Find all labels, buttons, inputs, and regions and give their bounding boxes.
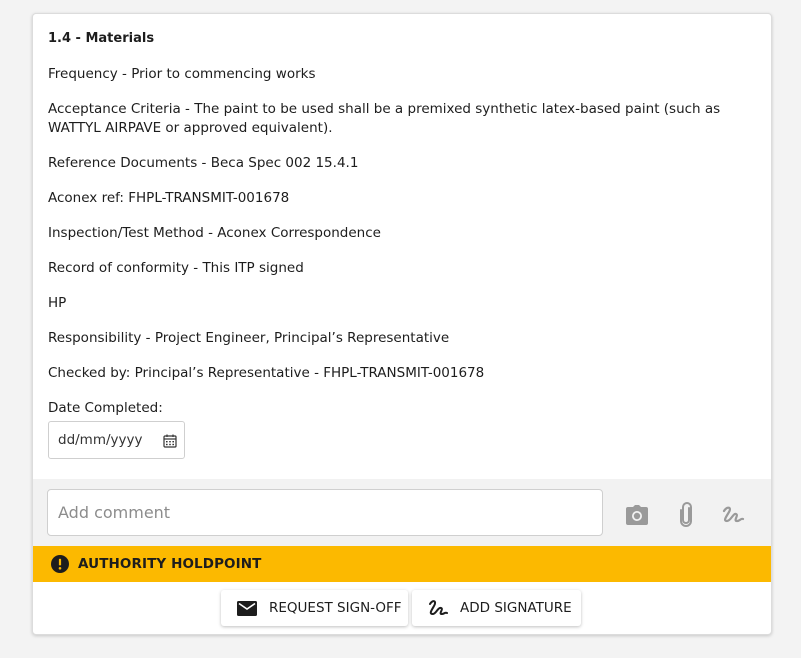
request-sign-off-label: REQUEST SIGN-OFF — [269, 600, 402, 616]
signature-icon — [429, 600, 448, 615]
date-completed-input[interactable]: dd/mm/yyyy — [48, 421, 185, 459]
authority-holdpoint-banner: AUTHORITY HOLDPOINT — [33, 546, 771, 582]
envelope-icon — [237, 601, 257, 616]
signature-icon[interactable] — [720, 502, 746, 528]
comment-input[interactable] — [47, 489, 603, 536]
hold-point-type-text: HP — [48, 295, 67, 311]
warning-icon — [51, 555, 69, 573]
add-signature-button[interactable]: ADD SIGNATURE — [412, 590, 581, 626]
frequency-text: Frequency - Prior to commencing works — [48, 66, 316, 82]
request-sign-off-button[interactable]: REQUEST SIGN-OFF — [221, 590, 408, 626]
holdpoint-label: AUTHORITY HOLDPOINT — [78, 556, 262, 572]
responsibility-text: Responsibility - Project Engineer, Princ… — [48, 330, 450, 346]
section-title: 1.4 - Materials — [48, 31, 155, 46]
date-placeholder: dd/mm/yyyy — [58, 432, 143, 448]
add-signature-label: ADD SIGNATURE — [460, 600, 572, 616]
acceptance-criteria-text: Acceptance Criteria - The paint to be us… — [48, 101, 721, 136]
action-bar: REQUEST SIGN-OFF ADD SIGNATURE — [33, 582, 771, 634]
aconex-ref-text: Aconex ref: FHPL-TRANSMIT-001678 — [48, 190, 290, 206]
comment-bar — [33, 479, 771, 546]
calendar-icon[interactable] — [163, 434, 177, 448]
itp-item-card: 1.4 - Materials Frequency - Prior to com… — [32, 13, 772, 635]
record-of-conformity-text: Record of conformity - This ITP signed — [48, 260, 304, 276]
inspection-method-text: Inspection/Test Method - Aconex Correspo… — [48, 225, 381, 241]
paperclip-icon[interactable] — [673, 502, 699, 528]
camera-icon[interactable] — [624, 502, 650, 528]
date-completed-label: Date Completed: — [48, 400, 163, 416]
reference-documents-text: Reference Documents - Beca Spec 002 15.4… — [48, 155, 359, 171]
checked-by-text: Checked by: Principal’s Representative -… — [48, 365, 485, 381]
